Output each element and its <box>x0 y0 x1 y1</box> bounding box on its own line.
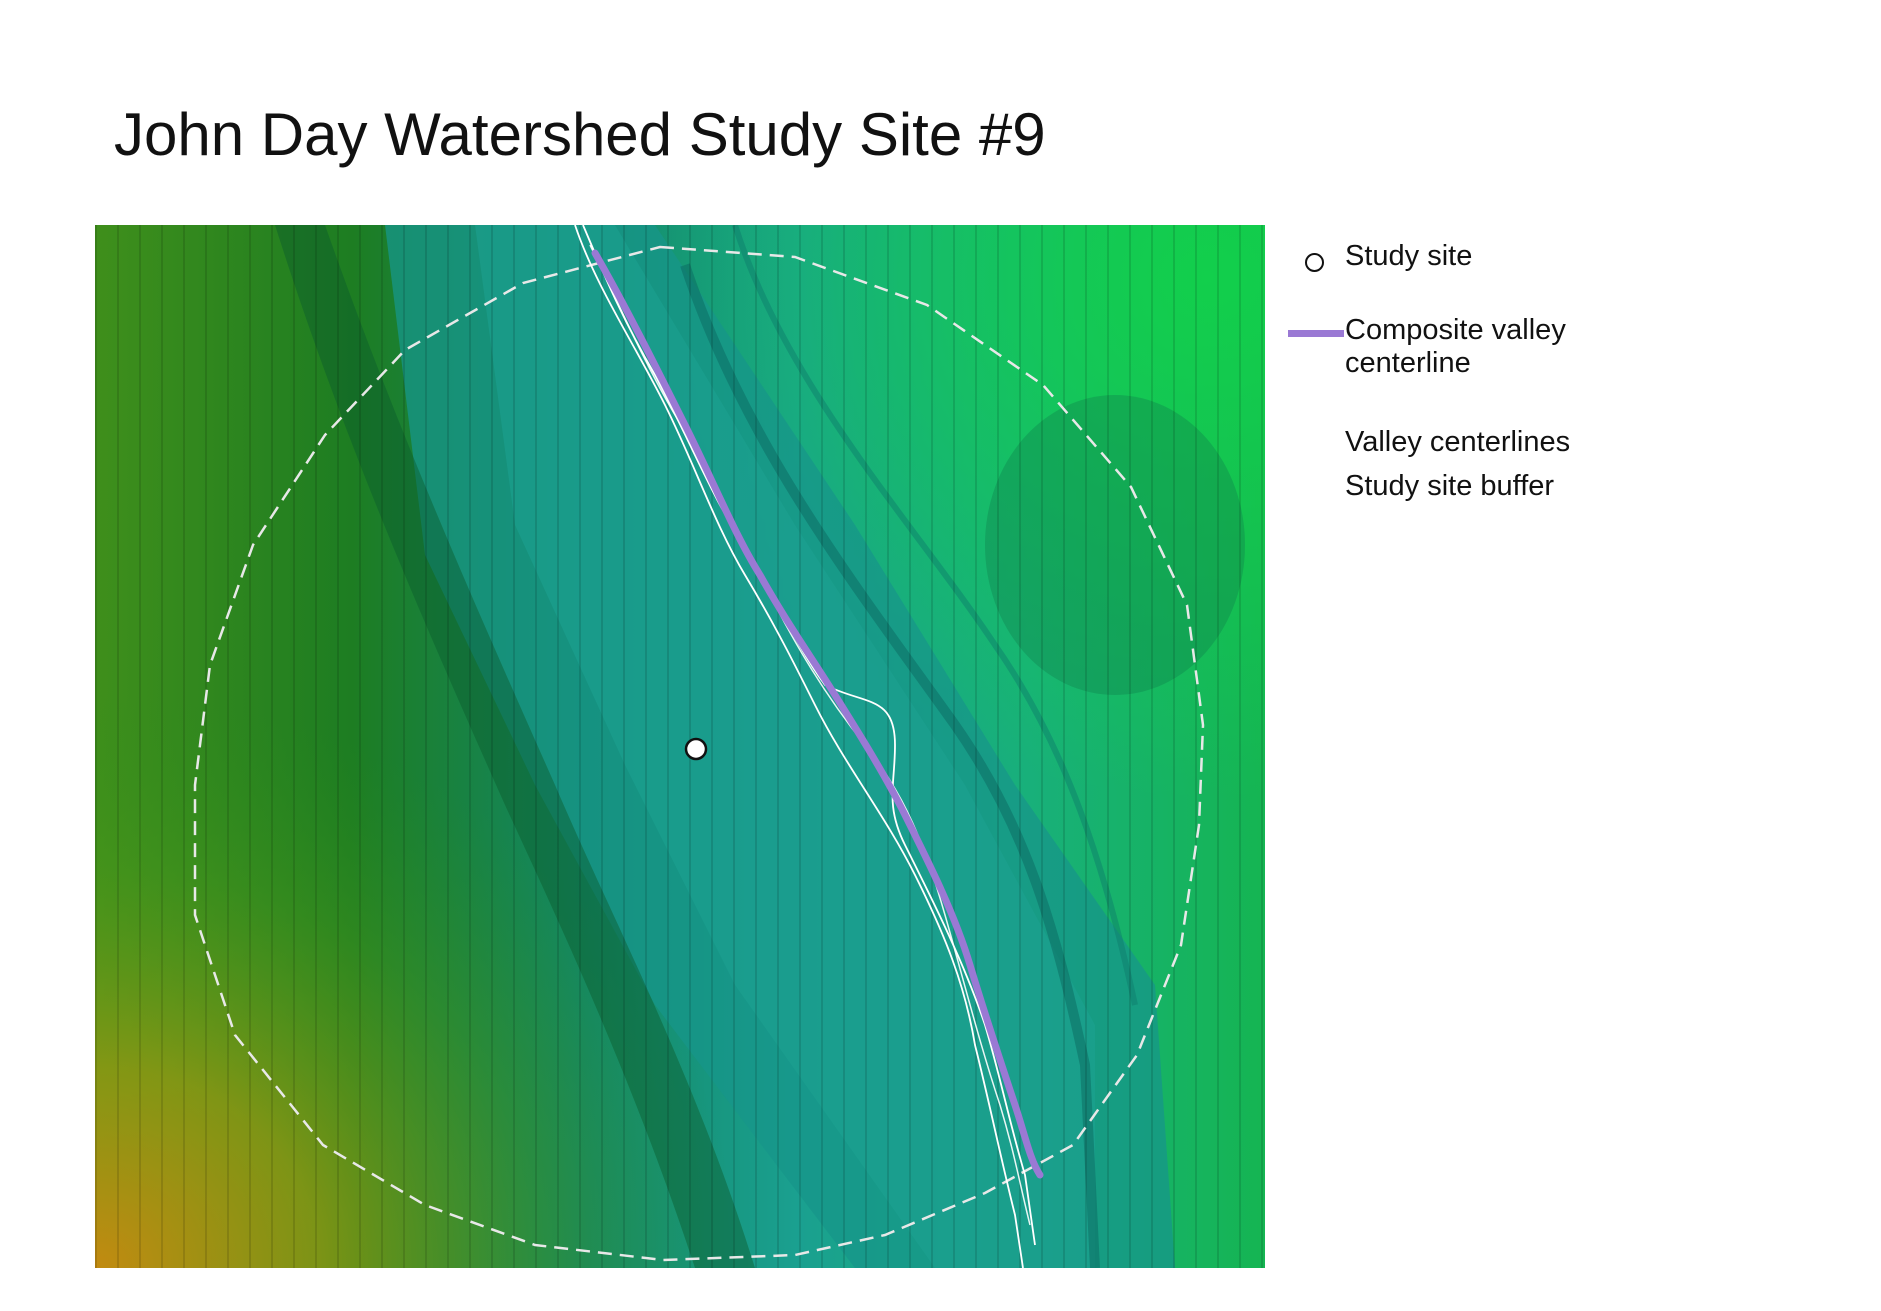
study-site-marker[interactable] <box>684 737 708 761</box>
study-site-legend-icon <box>1285 240 1345 272</box>
raster-stripes <box>95 225 1265 1268</box>
elevation-map[interactable] <box>95 225 1265 1268</box>
composite-centerline-legend-icon <box>1285 314 1345 346</box>
legend-label-valley-centerlines: Valley centerlines <box>1345 426 1571 458</box>
legend-item-valley-centerlines: Valley centerlines <box>1285 426 1570 459</box>
map-title: John Day Watershed Study Site #9 <box>114 101 1046 168</box>
legend-label-composite-centerline: Composite valley centerline <box>1345 314 1566 379</box>
study-site-buffer-legend-icon <box>1285 470 1345 502</box>
legend-item-study-site-buffer: Study site buffer <box>1285 470 1554 503</box>
valley-centerlines-legend-icon <box>1285 426 1345 458</box>
legend-label-study-site: Study site <box>1345 240 1473 272</box>
legend-item-study-site: Study site <box>1285 240 1472 273</box>
legend-item-composite-centerline: Composite valley centerline <box>1285 314 1566 380</box>
legend-label-study-site-buffer: Study site buffer <box>1345 470 1555 502</box>
